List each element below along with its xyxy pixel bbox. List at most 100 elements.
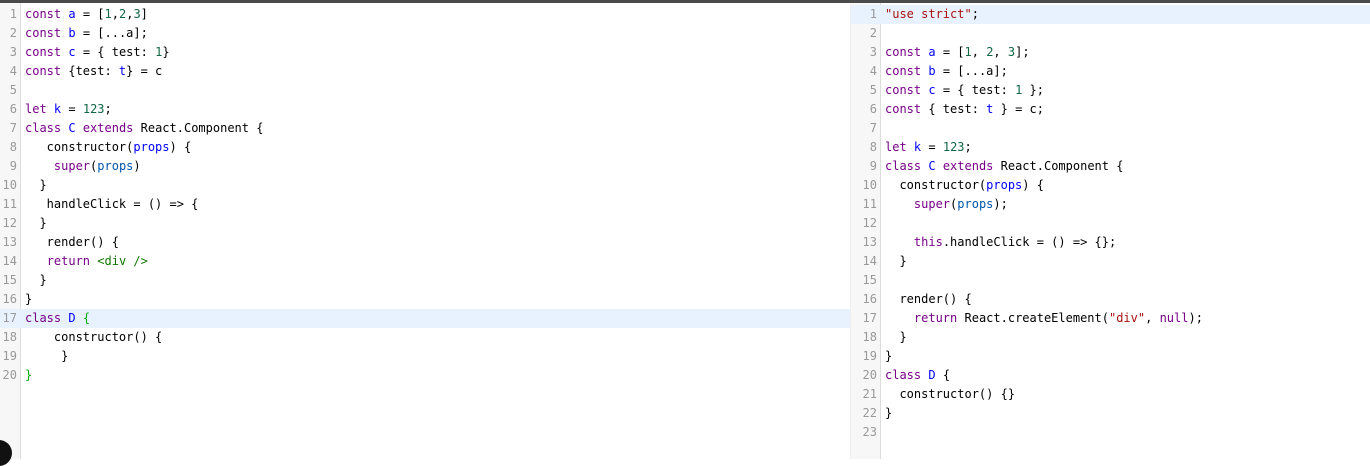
output-code-line[interactable]: 15: [851, 271, 1370, 290]
source-code-line[interactable]: 9 super(props): [0, 157, 850, 176]
source-line-text[interactable]: return <div />: [25, 252, 148, 271]
output-line-text[interactable]: constructor() {}: [885, 385, 1015, 404]
output-editor[interactable]: 1 "use strict"; 2 3 const a = [1, 2, 3]; 4 con…: [851, 3, 1370, 459]
output-line-text[interactable]: }: [885, 347, 892, 366]
source-line-text[interactable]: }: [25, 347, 68, 366]
output-code-line[interactable]: 10 constructor(props) {: [851, 176, 1370, 195]
source-code-line[interactable]: 17 class D {: [0, 309, 850, 328]
source-code-line[interactable]: 19 }: [0, 347, 850, 366]
output-line-text[interactable]: }: [885, 252, 907, 271]
source-line-text[interactable]: }: [25, 176, 46, 195]
output-code-line[interactable]: 18 }: [851, 328, 1370, 347]
source-line-text[interactable]: }: [25, 271, 46, 290]
output-line-number: 14: [862, 254, 877, 268]
output-line-text[interactable]: class C extends React.Component {: [885, 157, 1123, 176]
code-token: const: [25, 7, 62, 21]
source-line-text[interactable]: class C extends React.Component {: [25, 119, 263, 138]
output-code-line[interactable]: 9 class C extends React.Component {: [851, 157, 1370, 176]
source-line-text[interactable]: const a = [1,2,3]: [25, 5, 148, 24]
output-code-line[interactable]: 5 const c = { test: 1 };: [851, 81, 1370, 100]
source-code-line[interactable]: 7 class C extends React.Component {: [0, 119, 850, 138]
source-code-lines[interactable]: 1 const a = [1,2,3] 2 const b = [...a]; 3 con…: [0, 5, 850, 385]
output-line-text[interactable]: super(props);: [885, 195, 1008, 214]
code-token: let: [885, 140, 907, 154]
source-code-line[interactable]: 4 const {test: t} = c: [0, 62, 850, 81]
code-token: 1: [104, 7, 112, 21]
source-code-line[interactable]: 6 let k = 123;: [0, 100, 850, 119]
output-line-text[interactable]: return React.createElement("div", null);: [885, 309, 1203, 328]
output-line-text[interactable]: const c = { test: 1 };: [885, 81, 1044, 100]
source-code-line[interactable]: 8 constructor(props) {: [0, 138, 850, 157]
output-code-line[interactable]: 23: [851, 423, 1370, 442]
output-code-line[interactable]: 12: [851, 214, 1370, 233]
source-code-line[interactable]: 12 }: [0, 214, 850, 233]
output-code-line[interactable]: 20 class D {: [851, 366, 1370, 385]
source-line-number: 11: [2, 197, 17, 211]
source-code-line[interactable]: 1 const a = [1,2,3]: [0, 5, 850, 24]
output-line-text[interactable]: class D {: [885, 366, 950, 385]
code-token: class: [25, 121, 62, 135]
source-line-text[interactable]: constructor(props) {: [25, 138, 192, 157]
code-token: }: [885, 254, 907, 268]
source-line-text[interactable]: }: [25, 366, 32, 385]
output-line-text[interactable]: this.handleClick = () => {};: [885, 233, 1116, 252]
source-code-line[interactable]: 10 }: [0, 176, 850, 195]
output-line-text[interactable]: "use strict";: [885, 5, 979, 24]
source-line-text[interactable]: super(props): [25, 157, 141, 176]
output-code-line[interactable]: 4 const b = [...a];: [851, 62, 1370, 81]
output-line-text[interactable]: render() {: [885, 290, 971, 309]
output-line-number: 3: [869, 45, 877, 59]
output-code-line[interactable]: 16 render() {: [851, 290, 1370, 309]
source-line-text[interactable]: const c = { test: 1}: [25, 43, 170, 62]
source-line-text[interactable]: class D {: [25, 309, 90, 328]
source-line-text[interactable]: render() {: [25, 233, 119, 252]
output-code-line[interactable]: 6 const { test: t } = c;: [851, 100, 1370, 119]
output-line-text[interactable]: }: [885, 328, 906, 347]
output-line-text[interactable]: const a = [1, 2, 3];: [885, 43, 1030, 62]
source-code-line[interactable]: 16}: [0, 290, 850, 309]
source-code-line[interactable]: 5: [0, 81, 850, 100]
output-code-line[interactable]: 19}: [851, 347, 1370, 366]
output-code-lines[interactable]: 1 "use strict"; 2 3 const a = [1, 2, 3]; 4 con…: [851, 5, 1370, 442]
output-code-line[interactable]: 1 "use strict";: [851, 5, 1370, 24]
code-token: handleClick = () => {: [25, 197, 199, 211]
source-code-line[interactable]: 15 }: [0, 271, 850, 290]
source-line-text[interactable]: const {test: t} = c: [25, 62, 162, 81]
output-code-line[interactable]: 22}: [851, 404, 1370, 423]
output-line-text[interactable]: let k = 123;: [885, 138, 972, 157]
source-line-text[interactable]: constructor() {: [25, 328, 162, 347]
source-line-text[interactable]: const b = [...a];: [25, 24, 148, 43]
source-editor[interactable]: 1 const a = [1,2,3] 2 const b = [...a]; 3 con…: [0, 3, 850, 459]
source-code-line[interactable]: 18 constructor() {: [0, 328, 850, 347]
source-code-line[interactable]: 14 return <div />: [0, 252, 850, 271]
output-line-text[interactable]: constructor(props) {: [885, 176, 1044, 195]
output-line-number: 9: [869, 159, 877, 173]
code-token: = { test:: [75, 45, 156, 59]
source-code-line[interactable]: 13 render() {: [0, 233, 850, 252]
output-code-line[interactable]: 2: [851, 24, 1370, 43]
source-code-line[interactable]: 3 const c = { test: 1}: [0, 43, 850, 62]
output-code-line[interactable]: 17 return React.createElement("div", nul…: [851, 309, 1370, 328]
source-line-text[interactable]: let k = 123;: [25, 100, 112, 119]
code-token: } = c: [126, 64, 163, 78]
output-line-text[interactable]: const { test: t } = c;: [885, 100, 1044, 119]
source-line-text[interactable]: handleClick = () => {: [25, 195, 199, 214]
output-code-line[interactable]: 8 let k = 123;: [851, 138, 1370, 157]
output-code-line[interactable]: 21 constructor() {}: [851, 385, 1370, 404]
code-token: ];: [993, 64, 1008, 78]
source-line-text[interactable]: }: [25, 290, 32, 309]
output-code-line[interactable]: 3 const a = [1, 2, 3];: [851, 43, 1370, 62]
source-line-text[interactable]: }: [25, 214, 46, 233]
output-line-number: 2: [869, 26, 877, 40]
output-code-line[interactable]: 14 }: [851, 252, 1370, 271]
output-code-line[interactable]: 11 super(props);: [851, 195, 1370, 214]
code-token: ,: [993, 45, 1008, 59]
source-code-line[interactable]: 11 handleClick = () => {: [0, 195, 850, 214]
output-line-text[interactable]: }: [885, 404, 892, 423]
output-code-line[interactable]: 7: [851, 119, 1370, 138]
source-code-line[interactable]: 2 const b = [...a];: [0, 24, 850, 43]
output-line-text[interactable]: const b = [...a];: [885, 62, 1008, 81]
output-code-line[interactable]: 13 this.handleClick = () => {};: [851, 233, 1370, 252]
source-code-line[interactable]: 20}: [0, 366, 850, 385]
